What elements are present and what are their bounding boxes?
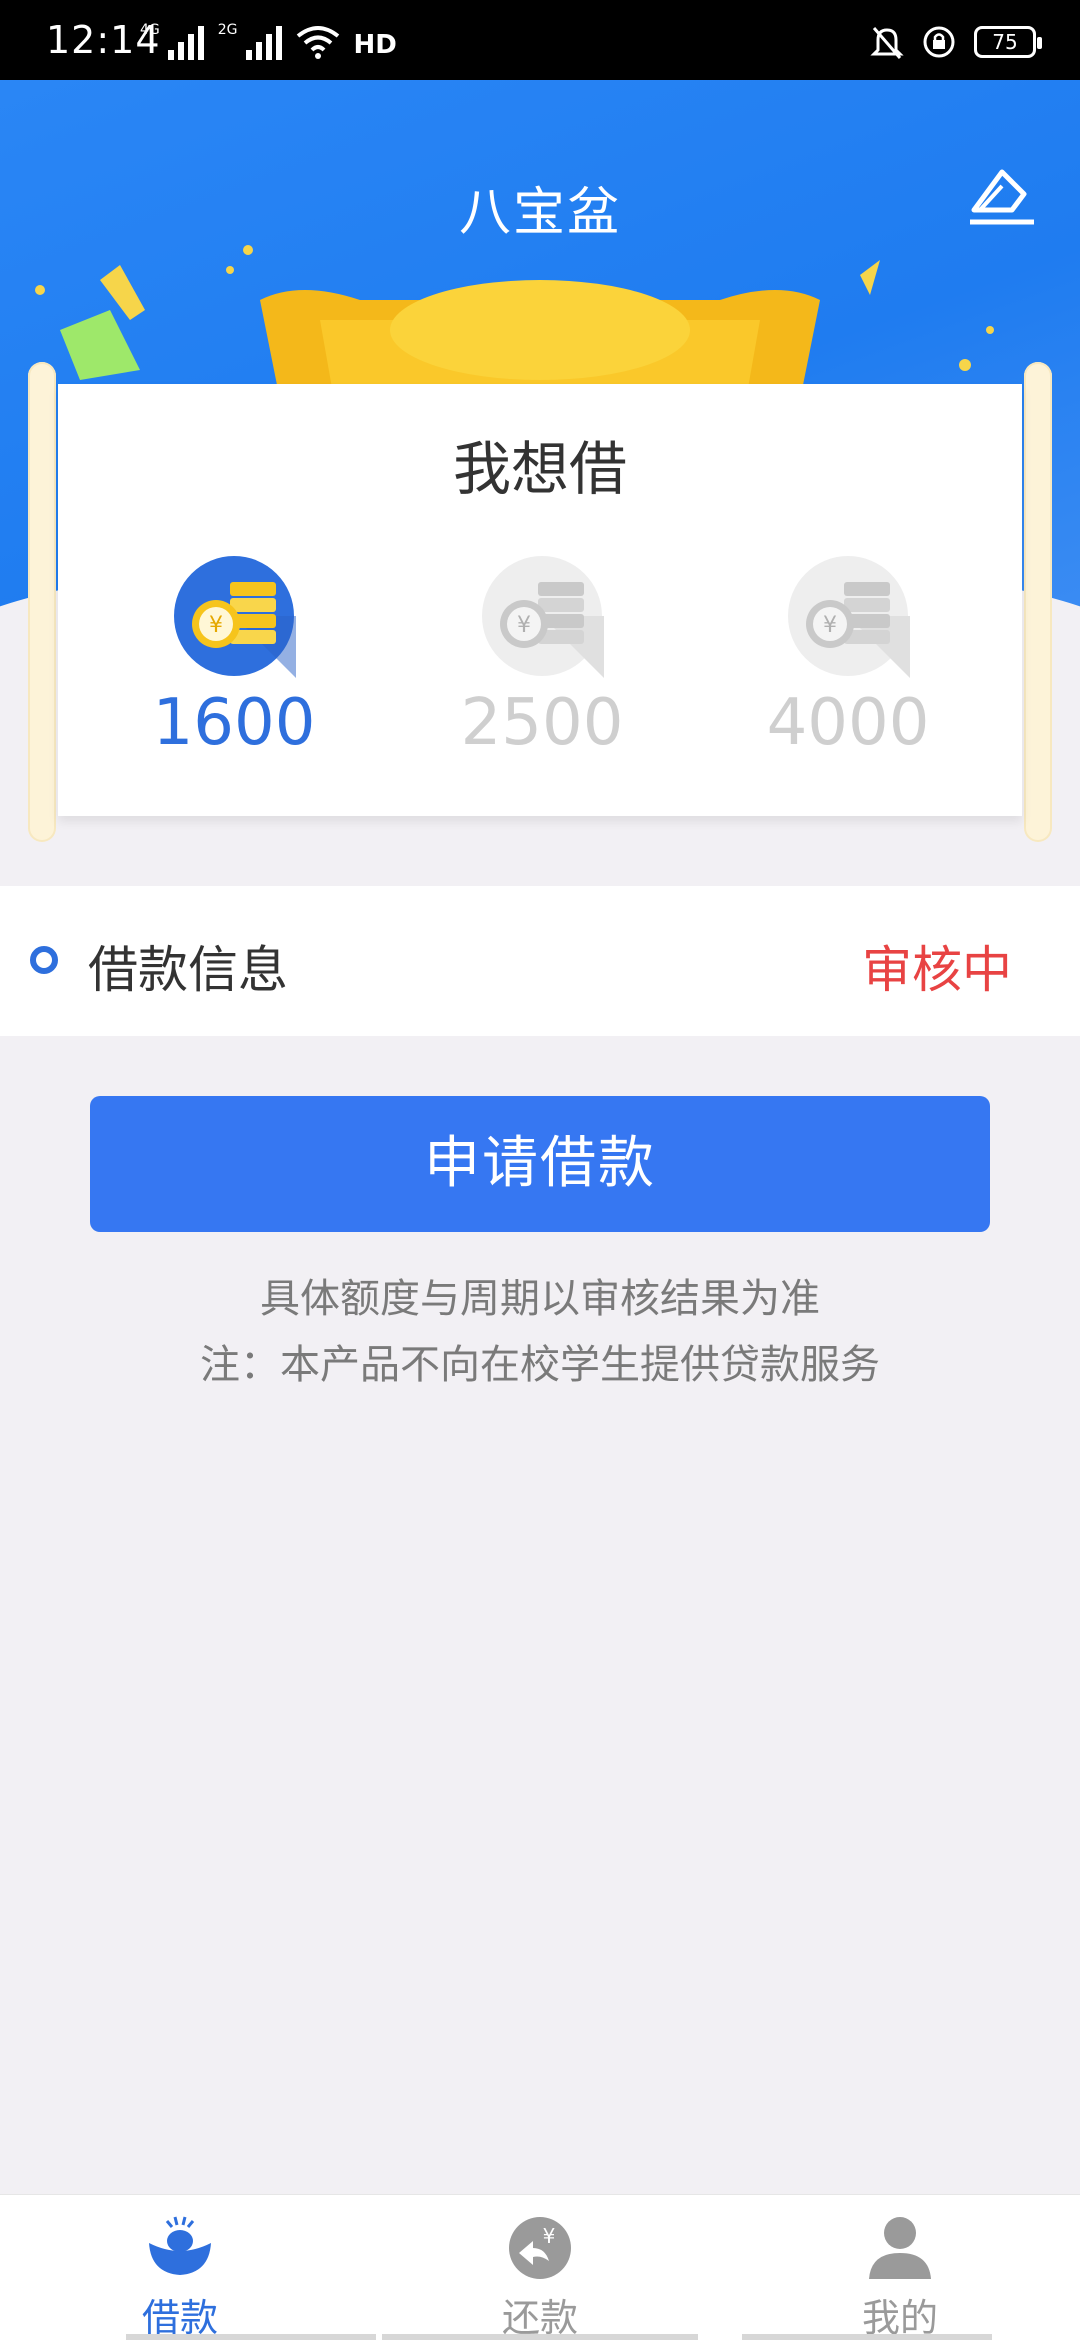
svg-text:¥: ¥ (543, 2224, 556, 2248)
coin-stack-icon: ¥ (482, 556, 604, 678)
loan-status-text: 审核中 (862, 941, 1012, 999)
battery-icon: 75 (974, 26, 1042, 58)
signal-icon-2 (245, 24, 282, 60)
coin-stack-icon: ¥ (174, 556, 296, 678)
loan-info-row[interactable]: 借款信息 审核中 (0, 886, 1080, 1036)
nav-item-mine[interactable]: 我的 (720, 2195, 1080, 2340)
amount-option-2500[interactable]: ¥ 2500 (432, 554, 652, 760)
status-bar: 12:14 4G 2G HD 75 (0, 0, 1080, 80)
hd-icon: HD (353, 30, 397, 60)
mute-icon (870, 27, 904, 59)
bottom-nav: 借款 ¥ 还款 我的 (0, 2194, 1080, 2340)
lock-rotation-icon (923, 26, 955, 58)
scroll-rod-left (28, 362, 56, 842)
nav-item-repay[interactable]: ¥ 还款 (360, 2195, 720, 2340)
svg-text:¥: ¥ (517, 613, 531, 638)
amount-card: 我想借 ¥ 1600 ¥ 2500 ¥ 4000 (58, 384, 1022, 816)
nav-label: 还款 (501, 2296, 578, 2340)
coin-stack-icon: ¥ (788, 556, 910, 678)
bullet-dot-icon (30, 946, 58, 974)
amount-option-4000[interactable]: ¥ 4000 (738, 554, 958, 760)
user-icon (869, 2217, 931, 2279)
status-icons-left: 4G 2G HD (140, 22, 397, 60)
nav-label: 我的 (861, 2296, 938, 2340)
card-title: 我想借 (452, 435, 627, 503)
loan-info-label: 借款信息 (88, 941, 288, 999)
app-title: 八宝盆 (458, 183, 621, 243)
ingot-icon (149, 2216, 211, 2275)
status-icons-right: 75 (870, 24, 1042, 60)
scroll-rod-right (1024, 362, 1052, 842)
amount-value: 4000 (766, 686, 930, 760)
amount-value: 2500 (460, 686, 624, 760)
apply-loan-button[interactable]: 申请借款 (90, 1096, 990, 1232)
svg-text:¥: ¥ (823, 613, 837, 638)
repay-icon: ¥ (509, 2217, 571, 2279)
nav-label: 借款 (141, 2296, 218, 2340)
amount-option-1600[interactable]: ¥ 1600 (124, 554, 344, 760)
network-label-2: 2G (217, 22, 238, 38)
amount-value: 1600 (152, 686, 316, 760)
svg-text:¥: ¥ (209, 613, 223, 638)
nav-item-borrow[interactable]: 借款 (0, 2195, 376, 2340)
signal-icon (167, 24, 204, 60)
note-line-1: 具体额度与周期以审核结果为准 (260, 1276, 820, 1322)
wifi-icon (296, 26, 339, 59)
note-line-2: 注：本产品不向在校学生提供贷款服务 (200, 1342, 880, 1388)
network-label-1: 4G (140, 22, 160, 38)
edit-note-icon[interactable] (966, 166, 1038, 230)
